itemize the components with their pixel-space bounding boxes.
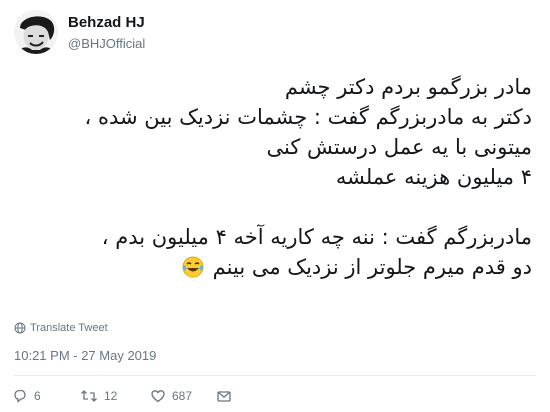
translate-label: Translate Tweet <box>30 322 108 334</box>
tweet-line: ۴ میلیون هزینه عملشه <box>335 165 532 189</box>
tweet-actions: 6 12 687 <box>12 388 232 404</box>
tweet-line: دکتر به مادربزرگم گفت : چشمات نزدیک بین … <box>84 105 532 129</box>
like-button[interactable]: 687 <box>150 388 216 404</box>
retweet-button[interactable]: 12 <box>80 388 150 404</box>
avatar-portrait-icon <box>14 10 58 54</box>
user-display-name[interactable]: Behzad HJ <box>68 14 145 31</box>
reply-count: 6 <box>34 389 41 403</box>
mail-icon <box>217 391 231 402</box>
retweet-count: 12 <box>104 389 118 403</box>
tweet-text: مادر بزرگمو بردم دکتر چشم دکتر به مادربز… <box>17 72 532 286</box>
tweet-card: Behzad HJ @BHJOfficial مادر بزرگمو بردم … <box>0 0 550 412</box>
tweet-paragraph-gap <box>17 192 532 222</box>
face-with-tears-of-joy-icon <box>182 256 204 286</box>
tweet-line: میتونی با یه عمل درستش کنی <box>266 135 532 159</box>
share-button[interactable] <box>216 388 232 404</box>
reply-button[interactable]: 6 <box>12 388 80 404</box>
avatar[interactable] <box>14 10 58 54</box>
user-handle[interactable]: @BHJOfficial <box>68 36 145 51</box>
like-count: 687 <box>172 389 193 403</box>
divider <box>14 375 536 376</box>
tweet-timestamp[interactable]: 10:21 PM - 27 May 2019 <box>14 348 156 363</box>
reply-icon <box>14 389 26 403</box>
heart-icon <box>151 390 165 403</box>
retweet-icon <box>81 390 97 402</box>
tweet-line-with-emoji: دو قدم میرم جلوتر از نزدیک می بینم <box>17 252 532 286</box>
translate-tweet-link[interactable]: Translate Tweet <box>14 322 108 334</box>
globe-icon <box>14 322 26 334</box>
tweet-line: دو قدم میرم جلوتر از نزدیک می بینم <box>212 255 532 279</box>
tweet-line: مادربزرگم گفت : ننه چه کاریه آخه ۴ میلیو… <box>101 225 532 249</box>
tweet-line: مادر بزرگمو بردم دکتر چشم <box>284 75 532 99</box>
